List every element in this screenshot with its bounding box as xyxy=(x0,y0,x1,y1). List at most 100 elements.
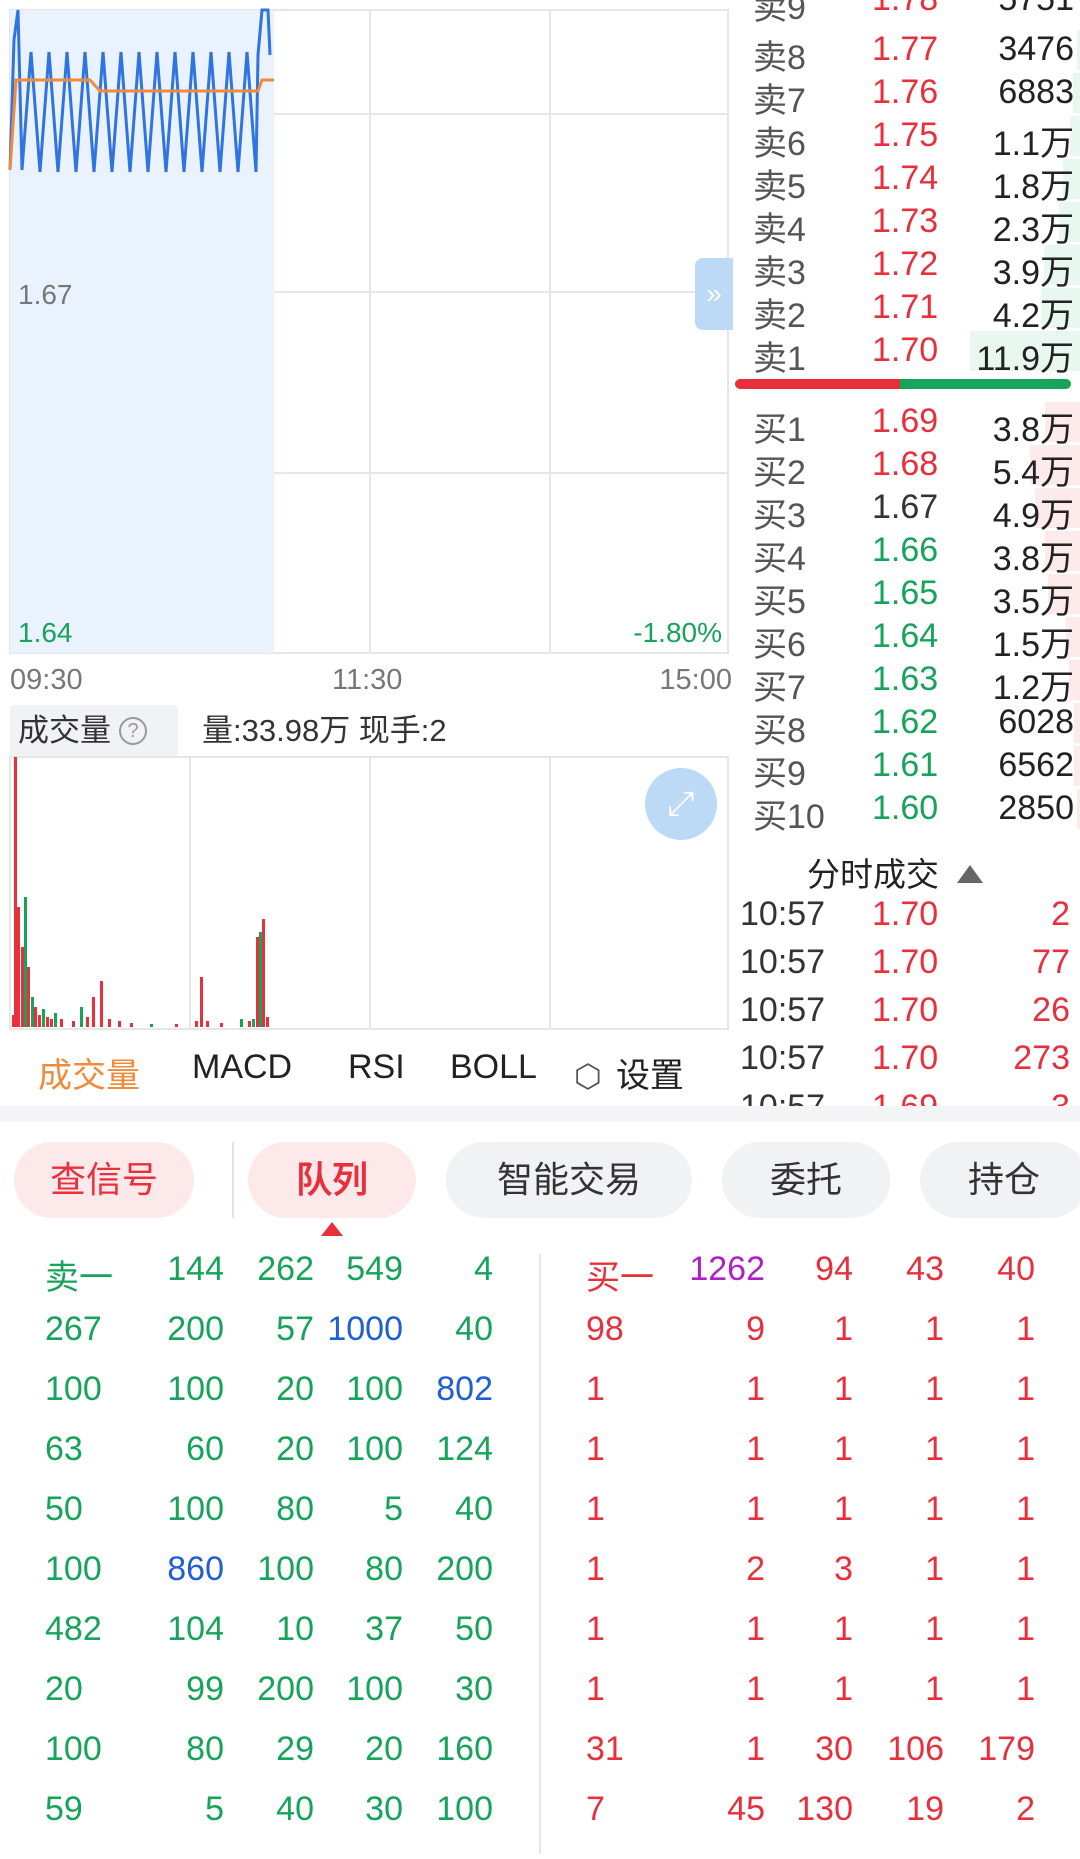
level-volume: 3.5万 xyxy=(992,583,1074,621)
queue-sell-cell: 100 xyxy=(45,1550,102,1588)
sell-level-row[interactable]: 卖8 1.77 3476 xyxy=(735,28,1080,77)
level-price: 1.67 xyxy=(872,488,939,526)
section-divider xyxy=(0,1106,1080,1122)
buy-level-row[interactable]: 买5 1.65 3.5万 xyxy=(735,572,1080,621)
tab-smart-trading[interactable]: 智能交易 xyxy=(446,1142,692,1218)
queue-buy-cell: 1 xyxy=(834,1610,853,1648)
queue-buy-cell: 1 xyxy=(925,1430,944,1468)
settings-button[interactable]: ⬡ 设置 xyxy=(574,1048,684,1097)
queue-sell-cell: 40 xyxy=(455,1310,493,1348)
level-volume: 3.8万 xyxy=(992,540,1074,578)
buy-level-row[interactable]: 买4 1.66 3.8万 xyxy=(735,529,1080,578)
volume-bar xyxy=(80,1007,83,1027)
level-volume: 6028 xyxy=(998,703,1074,741)
tab-separator xyxy=(232,1142,234,1218)
trade-volume: 273 xyxy=(1013,1039,1070,1077)
queue-buy-cell: 1 xyxy=(746,1610,765,1648)
sell-level-row[interactable]: 卖6 1.75 1.1万 xyxy=(735,114,1080,163)
tab-macd[interactable]: MACD xyxy=(192,1048,292,1087)
volume-bar xyxy=(118,1021,121,1027)
queue-sell-cell: 30 xyxy=(365,1790,403,1828)
tab-check-signal[interactable]: 查信号 xyxy=(14,1142,194,1218)
volume-bar xyxy=(256,937,259,1027)
volume-chart[interactable] xyxy=(0,755,735,1030)
volume-bar xyxy=(266,1017,269,1027)
level-volume: 1.1万 xyxy=(992,125,1074,163)
tab-position[interactable]: 持仓 xyxy=(920,1142,1080,1218)
time-label-open: 09:30 xyxy=(10,664,83,696)
level-price: 1.65 xyxy=(872,574,939,612)
tab-rsi[interactable]: RSI xyxy=(348,1048,405,1087)
buy-level-row[interactable]: 买1 1.69 3.8万 xyxy=(735,400,1080,449)
sell-level-row[interactable]: 卖3 1.72 3.9万 xyxy=(735,243,1080,292)
tab-boll[interactable]: BOLL xyxy=(450,1048,537,1087)
queue-buy-cell: 1 xyxy=(834,1670,853,1708)
time-label-close: 15:00 xyxy=(659,664,732,696)
expand-chart-button[interactable]: ⤢ xyxy=(645,768,717,840)
volume-bar xyxy=(130,1023,133,1027)
level-price: 1.72 xyxy=(872,245,939,283)
queue-sell-cell: 63 xyxy=(45,1430,83,1468)
sell-level-row[interactable]: 卖1 1.70 11.9万 xyxy=(735,329,1080,378)
order-book-row-partial: 卖91.785751 xyxy=(753,0,1074,27)
queue-buy-cell: 1 xyxy=(834,1490,853,1528)
tab-entrust[interactable]: 委托 xyxy=(722,1142,890,1218)
buy-level-row[interactable]: 买8 1.62 6028 xyxy=(735,701,1080,750)
trade-volume: 77 xyxy=(1032,943,1070,981)
queue-buy-cell: 9 xyxy=(746,1310,765,1348)
buy-level-row[interactable]: 买2 1.68 5.4万 xyxy=(735,443,1080,492)
order-queue[interactable]: 卖一 144 262 549 4 买一 1262 94 43 40 267 200 57 1000 40 98… xyxy=(0,1240,1080,1859)
sell-level-row[interactable]: 卖5 1.74 1.8万 xyxy=(735,157,1080,206)
level-volume: 3476 xyxy=(998,30,1074,68)
volume-bar xyxy=(200,977,203,1027)
buy-level-row[interactable]: 买6 1.64 1.5万 xyxy=(735,615,1080,664)
volume-bar xyxy=(259,932,262,1027)
queue-buy-cell: 179 xyxy=(978,1730,1035,1768)
queue-row: 63 60 20 100 124 1 1 1 1 1 xyxy=(0,1430,1080,1490)
tab-queue[interactable]: 队列 xyxy=(248,1142,416,1218)
sell-level-row[interactable]: 卖4 1.73 2.3万 xyxy=(735,200,1080,249)
queue-buy-cell: 1 xyxy=(1016,1490,1035,1528)
queue-buy-cell: 7 xyxy=(586,1790,605,1828)
order-book[interactable]: 卖91.785751 卖8 1.77 3476 卖7 1.76 6883 卖6 … xyxy=(735,0,1080,1106)
queue-row: 267 200 57 1000 40 98 9 1 1 1 xyxy=(0,1310,1080,1370)
price-label-low: 1.64 xyxy=(18,617,73,648)
tab-volume[interactable]: 成交量 xyxy=(38,1048,140,1097)
queue-sell-cell: 4 xyxy=(474,1250,493,1288)
gear-icon: ⬡ xyxy=(574,1058,602,1094)
volume-bar xyxy=(72,1021,75,1027)
volume-tag[interactable]: 成交量? xyxy=(10,705,178,757)
queue-sell-cell: 10 xyxy=(276,1610,314,1648)
queue-sell-cell: 104 xyxy=(167,1610,224,1648)
help-icon[interactable]: ? xyxy=(119,716,147,745)
expand-icon: ⤢ xyxy=(667,785,695,823)
queue-buy-cell: 1 xyxy=(1016,1550,1035,1588)
buy-level-row[interactable]: 买9 1.61 6562 xyxy=(735,744,1080,793)
queue-sell-cell: 50 xyxy=(45,1490,83,1528)
volume-bar xyxy=(34,1007,37,1027)
queue-sell-cell: 80 xyxy=(276,1490,314,1528)
volume-bar xyxy=(1074,746,1080,786)
collapse-panel-button[interactable]: » xyxy=(695,258,733,330)
level-volume: 11.9万 xyxy=(976,340,1074,378)
queue-row: 50 100 80 5 40 1 1 1 1 1 xyxy=(0,1490,1080,1550)
trades-title[interactable]: 分时成交 xyxy=(807,848,983,896)
queue-sell-cell: 860 xyxy=(167,1550,224,1588)
volume-bar xyxy=(206,1021,209,1027)
queue-buy-cell: 1 xyxy=(746,1490,765,1528)
sell-level-row[interactable]: 卖2 1.71 4.2万 xyxy=(735,286,1080,335)
sell-level-row[interactable]: 卖7 1.76 6883 xyxy=(735,71,1080,120)
level-price: 1.62 xyxy=(872,703,939,741)
trade-price: 1.70 xyxy=(872,943,939,981)
volume-bar xyxy=(38,1015,41,1027)
price-chart[interactable]: 1.67 1.64 -1.80% xyxy=(0,0,735,660)
queue-sell-cell: 100 xyxy=(346,1430,403,1468)
queue-sell-cell: 1000 xyxy=(327,1310,403,1348)
level-price: 1.66 xyxy=(872,531,939,569)
level-label: 卖1 xyxy=(753,340,806,378)
buy-level-row[interactable]: 买3 1.67 4.9万 xyxy=(735,486,1080,535)
buy-level-row[interactable]: 买10 1.60 2850 xyxy=(735,787,1080,836)
queue-row: 482 104 10 37 50 1 1 1 1 1 xyxy=(0,1610,1080,1670)
trade-row: 10:57 1.70 26 xyxy=(735,991,1080,1039)
buy-level-row[interactable]: 买7 1.63 1.2万 xyxy=(735,658,1080,707)
